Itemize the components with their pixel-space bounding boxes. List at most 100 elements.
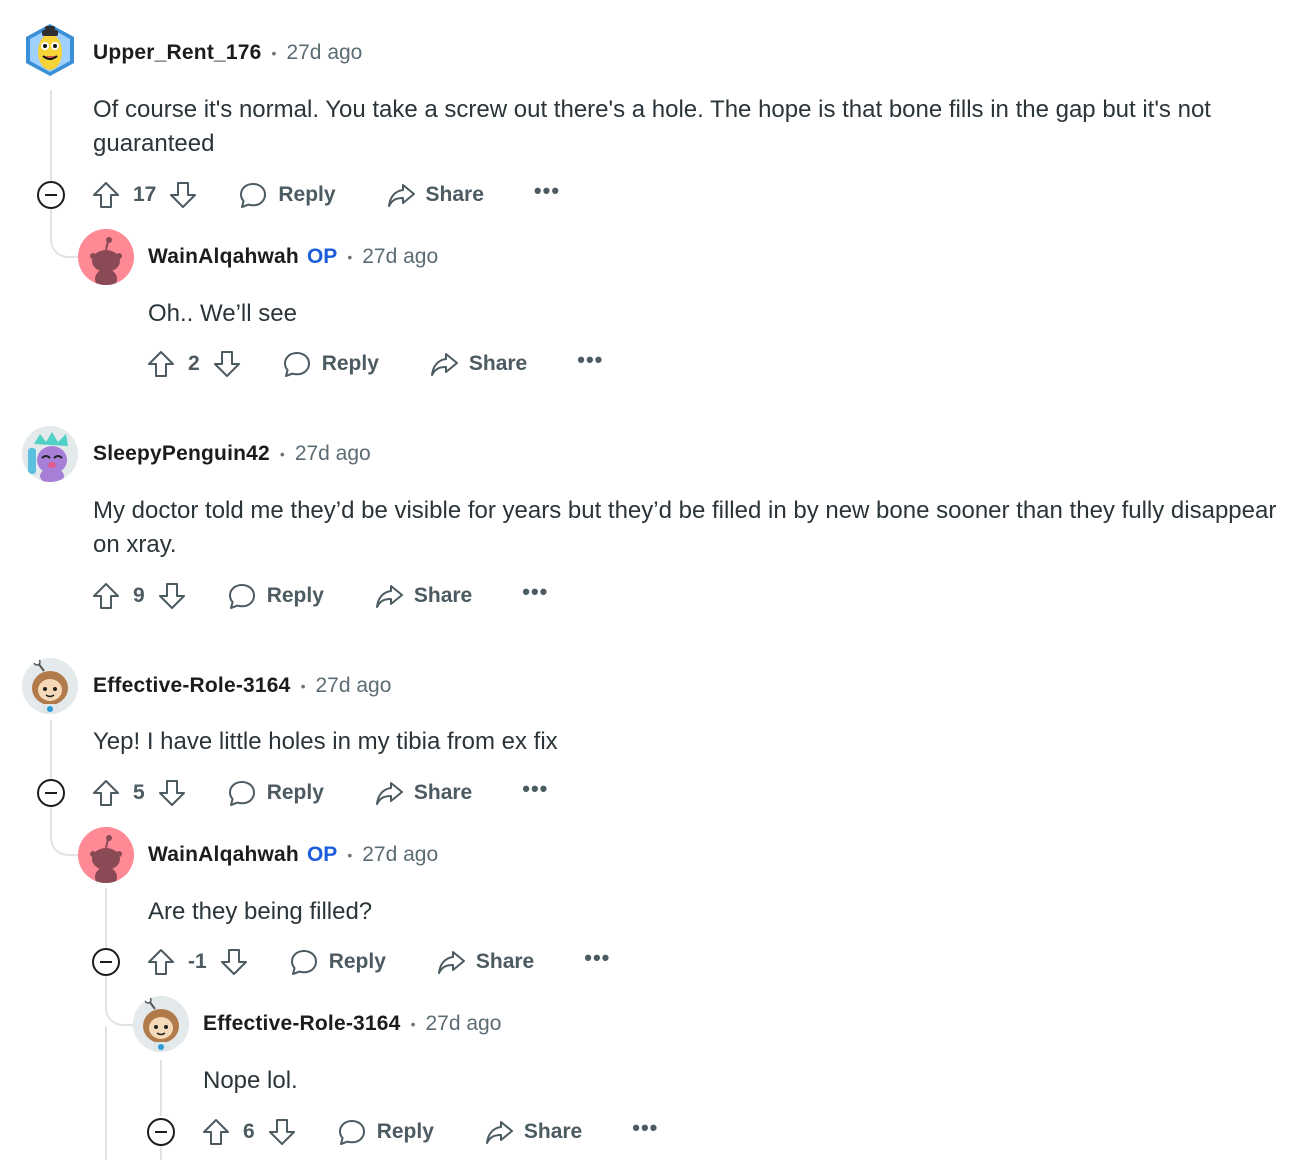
upvote-arrow-icon[interactable] — [91, 180, 121, 210]
speech-bubble-icon — [238, 180, 268, 210]
thread-connector — [50, 806, 80, 856]
vote-score: 2 — [188, 352, 200, 375]
avatar[interactable] — [133, 996, 189, 1052]
vote-score: 17 — [133, 183, 157, 206]
separator-dot: • — [271, 45, 277, 61]
snoo-avatar-icon — [78, 827, 134, 883]
share-label: Share — [475, 950, 535, 973]
ellipsis-icon[interactable]: ••• — [522, 778, 548, 802]
comment-actions: -1 Reply Share ••• — [146, 942, 610, 982]
timestamp[interactable]: 27d ago — [362, 245, 438, 269]
upvote-arrow-icon[interactable] — [91, 778, 121, 808]
separator-dot: • — [347, 847, 353, 863]
speech-bubble-icon — [337, 1117, 367, 1147]
snoo-girl-avatar-icon — [133, 996, 189, 1052]
avatar[interactable] — [22, 658, 78, 714]
share-button[interactable]: Share — [386, 180, 484, 210]
avatar[interactable] — [22, 22, 78, 78]
comment-meta: Effective-Role-3164 • 27d ago — [93, 671, 391, 701]
comment-meta: WainAlqahwah OP • 27d ago — [148, 242, 438, 272]
reply-button[interactable]: Reply — [282, 349, 379, 379]
author-name[interactable]: Effective-Role-3164 — [93, 674, 291, 698]
share-arrow-icon — [436, 947, 466, 977]
ellipsis-icon[interactable]: ••• — [632, 1117, 658, 1141]
reply-button[interactable]: Reply — [227, 581, 324, 611]
downvote-arrow-icon[interactable] — [212, 349, 242, 379]
share-button[interactable]: Share — [484, 1117, 582, 1147]
downvote-arrow-icon[interactable] — [267, 1117, 297, 1147]
author-name[interactable]: WainAlqahwah — [148, 245, 299, 269]
snoo-avatar-icon — [78, 229, 134, 285]
share-label: Share — [413, 584, 473, 607]
downvote-arrow-icon[interactable] — [168, 180, 198, 210]
downvote-arrow-icon[interactable] — [157, 581, 187, 611]
author-name[interactable]: WainAlqahwah — [148, 843, 299, 867]
comment-body: Oh.. We’ll see — [148, 300, 297, 327]
timestamp[interactable]: 27d ago — [295, 442, 371, 466]
comment-body: Of course it's normal. You take a screw … — [93, 96, 1211, 157]
comment-actions: 9 Reply Share ••• — [91, 576, 548, 616]
ellipsis-icon[interactable]: ••• — [522, 581, 548, 605]
thread-connector — [50, 208, 80, 258]
comment-body: Nope lol. — [203, 1067, 298, 1094]
share-arrow-icon — [374, 778, 404, 808]
comment-meta: WainAlqahwah OP • 27d ago — [148, 840, 438, 870]
author-name[interactable]: Upper_Rent_176 — [93, 41, 262, 65]
speech-bubble-icon — [227, 581, 257, 611]
banana-avatar-icon — [26, 24, 74, 76]
reply-button[interactable]: Reply — [337, 1117, 434, 1147]
comment-actions: 5 Reply Share ••• — [91, 773, 548, 813]
vote-score: 6 — [243, 1120, 255, 1143]
thread-connector — [105, 976, 135, 1026]
reply-label: Reply — [278, 183, 336, 206]
share-button[interactable]: Share — [374, 581, 472, 611]
share-label: Share — [413, 781, 473, 804]
speech-bubble-icon — [227, 778, 257, 808]
downvote-arrow-icon[interactable] — [157, 778, 187, 808]
ellipsis-icon[interactable]: ••• — [534, 180, 560, 204]
timestamp[interactable]: 27d ago — [286, 41, 362, 65]
collapse-button[interactable] — [37, 181, 65, 209]
thread-line — [50, 90, 52, 182]
share-button[interactable]: Share — [429, 349, 527, 379]
avatar[interactable] — [78, 229, 134, 285]
avatar[interactable] — [22, 426, 78, 482]
reply-label: Reply — [376, 1120, 434, 1143]
reply-label: Reply — [328, 950, 386, 973]
upvote-arrow-icon[interactable] — [91, 581, 121, 611]
upvote-arrow-icon[interactable] — [146, 947, 176, 977]
ellipsis-icon[interactable]: ••• — [577, 349, 603, 373]
share-label: Share — [523, 1120, 583, 1143]
share-button[interactable]: Share — [374, 778, 472, 808]
reply-button[interactable]: Reply — [289, 947, 386, 977]
comment-body: Yep! I have little holes in my tibia fro… — [93, 728, 558, 755]
author-name[interactable]: SleepyPenguin42 — [93, 442, 270, 466]
timestamp[interactable]: 27d ago — [315, 674, 391, 698]
timestamp[interactable]: 27d ago — [362, 843, 438, 867]
reply-button[interactable]: Reply — [238, 180, 336, 210]
comment-meta: Effective-Role-3164 • 27d ago — [203, 1009, 501, 1039]
upvote-arrow-icon[interactable] — [201, 1117, 231, 1147]
separator-dot: • — [279, 446, 285, 462]
reply-label: Reply — [266, 781, 324, 804]
share-arrow-icon — [429, 349, 459, 379]
collapse-button[interactable] — [37, 779, 65, 807]
speech-bubble-icon — [289, 947, 319, 977]
avatar[interactable] — [78, 827, 134, 883]
author-name[interactable]: Effective-Role-3164 — [203, 1012, 401, 1036]
reply-button[interactable]: Reply — [227, 778, 324, 808]
timestamp[interactable]: 27d ago — [425, 1012, 501, 1036]
ellipsis-icon[interactable]: ••• — [584, 947, 610, 971]
upvote-arrow-icon[interactable] — [146, 349, 176, 379]
share-arrow-icon — [484, 1117, 514, 1147]
collapse-button[interactable] — [147, 1118, 175, 1146]
op-badge: OP — [306, 843, 338, 866]
vote-score: -1 — [188, 950, 207, 973]
share-button[interactable]: Share — [436, 947, 534, 977]
comment-meta: SleepyPenguin42 • 27d ago — [93, 439, 371, 469]
vote-score: 5 — [133, 781, 145, 804]
collapse-button[interactable] — [92, 948, 120, 976]
snoo-girl-avatar-icon — [22, 658, 78, 714]
separator-dot: • — [300, 678, 306, 694]
downvote-arrow-icon[interactable] — [219, 947, 249, 977]
